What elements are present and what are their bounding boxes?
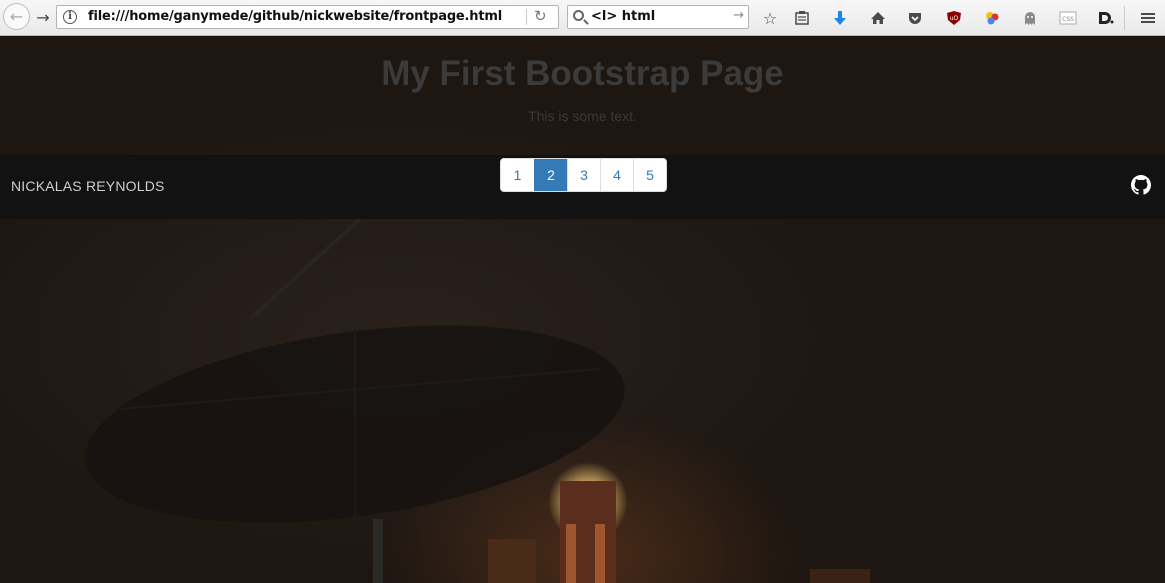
search-icon[interactable] xyxy=(573,10,584,21)
ghostery-icon[interactable] xyxy=(1019,7,1041,29)
extension-icon[interactable] xyxy=(981,7,1003,29)
url-text[interactable]: file:///home/ganymede/github/nickwebsite… xyxy=(88,9,502,24)
forward-icon: → xyxy=(36,7,50,27)
github-icon[interactable] xyxy=(1131,175,1151,195)
bookmark-star-icon[interactable]: ☆ xyxy=(759,7,781,29)
ublock-icon[interactable]: uO xyxy=(943,7,965,29)
search-go-icon[interactable]: → xyxy=(733,8,744,23)
forward-button[interactable]: → xyxy=(31,5,55,29)
page-subtitle: This is some text. xyxy=(528,108,637,124)
jumbotron: My First Bootstrap Page This is some tex… xyxy=(0,37,1165,155)
navbar: NICKALAS REYNOLDS 1 2 3 4 5 xyxy=(0,155,1165,219)
search-bar[interactable]: <l> html → xyxy=(567,5,749,29)
pocket-icon[interactable] xyxy=(904,7,926,29)
page-link-3[interactable]: 3 xyxy=(567,159,600,191)
home-icon[interactable] xyxy=(867,7,889,29)
page-link-2-active[interactable]: 2 xyxy=(534,159,567,191)
svg-text:uO: uO xyxy=(950,15,959,22)
page-link-4[interactable]: 4 xyxy=(600,159,633,191)
dashlane-icon[interactable] xyxy=(1095,7,1117,29)
menu-icon[interactable] xyxy=(1137,7,1159,29)
back-icon: ← xyxy=(9,7,24,26)
search-input[interactable]: <l> html xyxy=(591,9,655,24)
page-link-5[interactable]: 5 xyxy=(633,159,666,191)
browser-toolbar: ← → i file:///home/ganymede/github/nickw… xyxy=(0,0,1165,36)
back-button[interactable]: ← xyxy=(3,3,30,30)
info-icon[interactable]: i xyxy=(63,10,77,24)
url-separator xyxy=(526,9,527,25)
hero-background-image xyxy=(85,219,870,583)
reader-list-icon[interactable] xyxy=(791,7,813,29)
css-icon[interactable]: CSS xyxy=(1057,7,1079,29)
pagination: 1 2 3 4 5 xyxy=(500,158,667,192)
url-bar[interactable]: i file:///home/ganymede/github/nickwebsi… xyxy=(56,5,559,29)
page-title: My First Bootstrap Page xyxy=(381,54,784,93)
svg-text:CSS: CSS xyxy=(1062,16,1074,23)
page-content: My First Bootstrap Page This is some tex… xyxy=(0,37,1165,583)
reload-icon[interactable]: ↻ xyxy=(534,7,547,25)
download-icon[interactable] xyxy=(829,7,851,29)
page-link-1[interactable]: 1 xyxy=(501,159,534,191)
toolbar-separator xyxy=(1124,6,1125,30)
navbar-brand[interactable]: NICKALAS REYNOLDS xyxy=(11,178,165,194)
